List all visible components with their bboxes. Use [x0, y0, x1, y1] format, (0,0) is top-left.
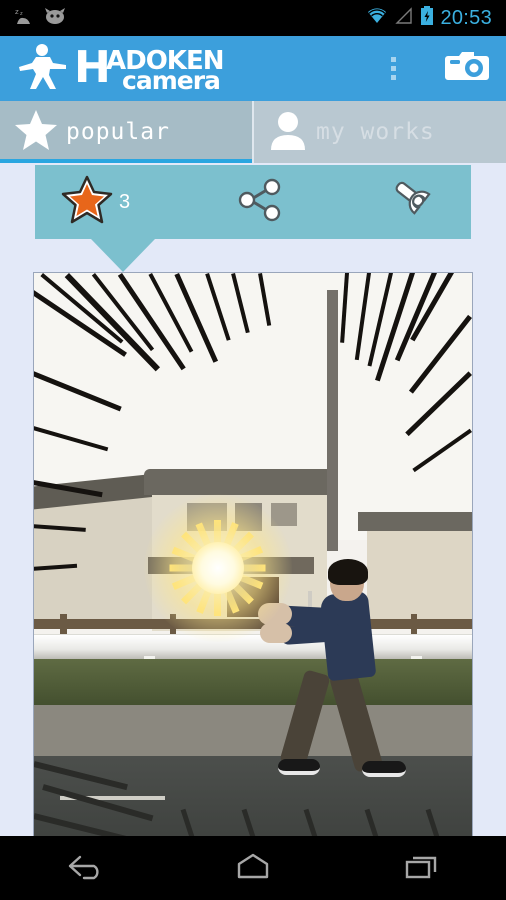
alarm-snooze-icon: z z — [14, 6, 34, 31]
photo-curb — [34, 704, 472, 756]
favorite-count: 3 — [119, 190, 131, 213]
photo-image — [34, 273, 472, 841]
phone-screen: z z 20:53 H ADOKEN camera popular my wor… — [0, 0, 506, 900]
hadoken-energy-ball — [143, 494, 292, 643]
tab-popular[interactable]: popular — [0, 101, 252, 163]
home-icon — [231, 851, 275, 886]
tab-popular-label: popular — [66, 119, 170, 145]
photo-person-shoe — [277, 758, 320, 775]
cell-signal-icon — [394, 6, 414, 30]
photo-roof-right — [358, 511, 472, 532]
overflow-dot — [391, 66, 396, 71]
app-bar-actions — [381, 48, 490, 89]
app-bar: H ADOKEN camera — [0, 36, 506, 101]
photo-hedge — [34, 659, 472, 705]
svg-text:z: z — [20, 11, 23, 17]
photo-utility-pole — [327, 290, 338, 552]
callout-pointer — [91, 239, 155, 272]
share-button[interactable] — [236, 178, 284, 227]
overflow-menu-button[interactable] — [381, 51, 406, 86]
photo-card[interactable] — [33, 272, 473, 842]
app-logo: H ADOKEN camera — [16, 41, 274, 96]
wifi-icon — [366, 7, 388, 30]
favorite-button[interactable]: 3 — [61, 175, 130, 230]
nav-recents-button[interactable] — [382, 845, 462, 891]
battery-charging-icon — [420, 5, 434, 31]
action-bar: 3 — [35, 165, 471, 239]
camera-button[interactable] — [444, 48, 490, 89]
photo-person-leg — [278, 668, 331, 769]
tab-bar: popular my works — [0, 101, 506, 163]
photo-roof-center — [143, 468, 337, 495]
nav-back-button[interactable] — [44, 845, 124, 891]
tab-active-indicator — [0, 159, 252, 163]
photo-action-callout: 3 — [35, 165, 471, 272]
nav-home-button[interactable] — [213, 845, 293, 891]
back-arrow-icon — [60, 851, 108, 886]
person-icon — [268, 109, 308, 156]
energy-ball-core — [191, 542, 244, 595]
app-title: H ADOKEN camera — [74, 44, 274, 94]
hadoken-figure-icon — [16, 41, 70, 96]
star-icon — [14, 109, 58, 156]
photo-building-left — [34, 494, 157, 620]
overflow-dot — [391, 57, 396, 62]
overflow-dot — [391, 75, 396, 80]
tab-my-works[interactable]: my works — [252, 101, 506, 163]
cyanogenmod-mascot-icon — [44, 7, 66, 30]
photo-person-hair — [327, 558, 368, 585]
photo-guardrail — [34, 633, 472, 660]
status-notification-icons: z z — [8, 6, 66, 31]
status-clock: 20:53 — [440, 6, 492, 29]
svg-text:z: z — [15, 8, 19, 16]
logo-letter-h: H — [74, 41, 111, 93]
tab-my-works-label: my works — [316, 119, 435, 145]
recents-icon — [400, 851, 444, 886]
status-bar: z z 20:53 — [0, 0, 506, 36]
photo-person-leg — [328, 668, 383, 773]
photo-person-shoe — [361, 760, 406, 777]
star-icon — [61, 175, 113, 230]
wrench-icon[interactable] — [389, 178, 445, 227]
logo-word-camera: camera — [122, 65, 221, 95]
status-system-icons: 20:53 — [366, 5, 498, 31]
photo-person — [257, 558, 406, 783]
android-nav-bar — [0, 836, 506, 900]
